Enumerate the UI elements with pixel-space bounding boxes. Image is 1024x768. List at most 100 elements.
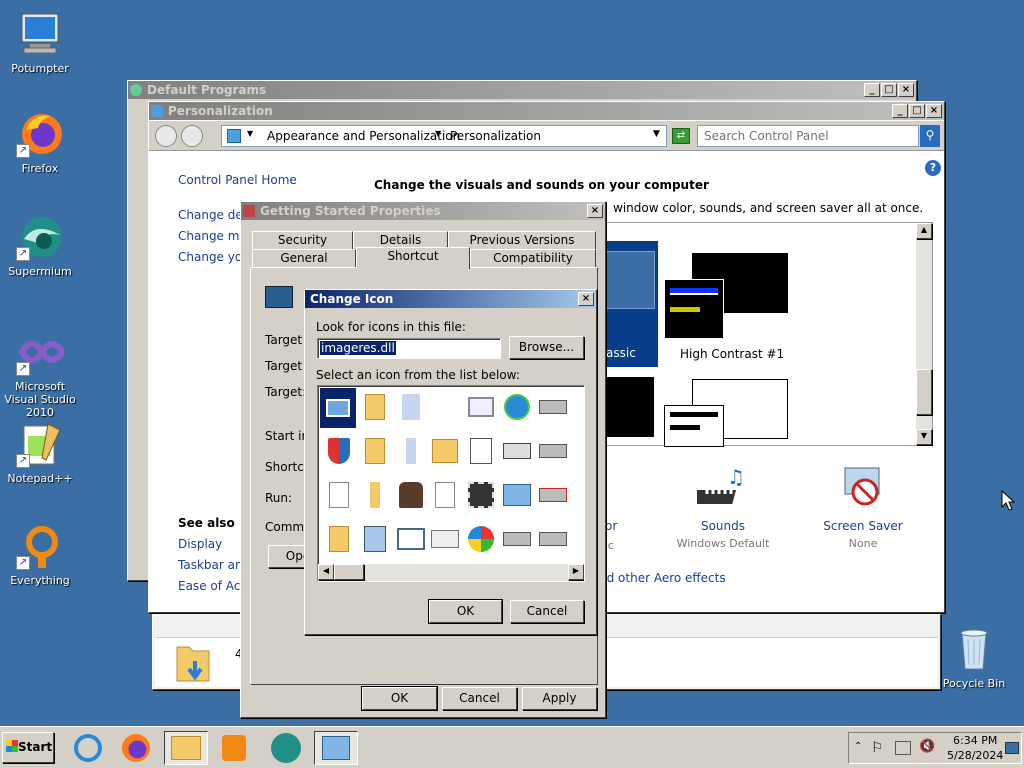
icon-option[interactable] xyxy=(464,522,498,556)
screen-saver-item[interactable]: Screen Saver None xyxy=(815,464,911,554)
properties-titlebar[interactable]: Getting Started Properties × xyxy=(241,202,605,220)
icon-option[interactable] xyxy=(394,390,428,424)
see-also-display-link[interactable]: Display xyxy=(178,537,222,551)
theme-high-contrast-black[interactable] xyxy=(600,377,654,437)
help-icon[interactable]: ? xyxy=(925,160,941,176)
control-panel-home-link[interactable]: Control Panel Home xyxy=(178,173,297,187)
change-icon-dialog[interactable]: Change Icon × Look for icons in this fil… xyxy=(304,289,597,635)
desktop-icon-visual-studio[interactable]: ↗ Microsoft Visual Studio 2010 xyxy=(0,328,80,419)
close-button[interactable]: × xyxy=(926,104,942,118)
breadcrumb-arrow-icon[interactable]: ▼ xyxy=(435,129,441,138)
icon-option[interactable] xyxy=(322,434,356,468)
sounds-link[interactable]: Sounds xyxy=(675,519,771,533)
change-icon-titlebar[interactable]: Change Icon × xyxy=(305,290,596,308)
theme-high-contrast-white[interactable] xyxy=(664,379,794,447)
screen-saver-link[interactable]: Screen Saver xyxy=(815,519,911,533)
properties-ok-button[interactable]: OK xyxy=(361,686,438,711)
default-programs-titlebar[interactable]: Default Programs _ □ × xyxy=(128,81,916,99)
icon-option[interactable] xyxy=(358,478,392,512)
icon-option[interactable] xyxy=(428,434,462,468)
tab-previous-versions[interactable]: Previous Versions xyxy=(448,231,596,249)
browse-button[interactable]: Browse... xyxy=(509,336,584,359)
properties-cancel-button[interactable]: Cancel xyxy=(442,687,517,710)
scroll-up-button[interactable]: ▲ xyxy=(916,223,932,239)
icon-option[interactable] xyxy=(464,390,498,424)
icon-list[interactable]: ◀ ▶ xyxy=(317,385,585,582)
icon-option[interactable] xyxy=(464,434,498,468)
action-center-flag-icon[interactable]: ⚐ xyxy=(871,740,884,756)
icon-option-selected[interactable] xyxy=(320,388,356,428)
personalization-titlebar[interactable]: Personalization _ □ × xyxy=(149,102,944,120)
taskbar-media-player[interactable] xyxy=(214,731,254,765)
breadcrumb-personalization[interactable]: Personalization xyxy=(450,129,541,143)
icon-option[interactable] xyxy=(500,434,534,468)
address-dropdown-icon[interactable]: ▼ xyxy=(653,129,660,139)
tab-general[interactable]: General xyxy=(252,249,356,267)
show-desktop-icon[interactable] xyxy=(1005,742,1019,754)
close-button[interactable]: × xyxy=(898,83,914,97)
icon-option[interactable] xyxy=(322,478,356,512)
icon-option[interactable] xyxy=(394,434,428,468)
close-button[interactable]: × xyxy=(578,292,594,306)
bottom-item-label[interactable]: or xyxy=(605,519,617,533)
icon-option[interactable] xyxy=(394,522,428,556)
tab-security[interactable]: Security xyxy=(252,231,353,249)
desktop-icon-everything[interactable]: ↗ Everything xyxy=(0,522,80,587)
clock-date[interactable]: 5/28/2024 xyxy=(947,749,1003,762)
clock-time[interactable]: 6:34 PM xyxy=(953,734,997,747)
tab-compatibility[interactable]: Compatibility xyxy=(470,249,596,267)
desktop-icon-recycle-bin[interactable]: Pocycle Bin xyxy=(934,625,1014,690)
minimize-button[interactable]: _ xyxy=(892,104,908,118)
search-input[interactable] xyxy=(697,125,919,147)
tab-shortcut[interactable]: Shortcut xyxy=(356,247,470,269)
properties-apply-button[interactable]: Apply xyxy=(522,687,597,710)
theme-classic-selected[interactable]: assic xyxy=(600,241,658,367)
icon-option[interactable] xyxy=(536,390,570,424)
taskbar-ie[interactable] xyxy=(68,731,108,765)
scroll-thumb[interactable] xyxy=(334,564,364,580)
icon-option[interactable] xyxy=(464,478,498,512)
desktop-icon-supermium[interactable]: ↗ Supermium xyxy=(0,213,80,278)
icon-option[interactable] xyxy=(536,434,570,468)
icon-option[interactable] xyxy=(358,390,392,424)
scroll-down-button[interactable]: ▼ xyxy=(916,429,932,445)
icon-option[interactable] xyxy=(394,478,428,512)
volume-muted-icon[interactable]: 🔇 xyxy=(919,739,935,754)
taskbar-control-panel[interactable] xyxy=(314,731,358,765)
breadcrumb-arrow-icon[interactable]: ▼ xyxy=(247,129,253,138)
search-icon[interactable]: ⚲ xyxy=(920,125,940,147)
icon-option[interactable] xyxy=(500,522,534,556)
minimize-button[interactable]: _ xyxy=(864,83,880,97)
theme-list-scrollbar[interactable]: ▲ ▼ xyxy=(916,223,932,445)
refresh-button[interactable]: ⇄ xyxy=(672,128,690,144)
icon-option[interactable] xyxy=(358,522,392,556)
breadcrumb-appearance[interactable]: Appearance and Personalization xyxy=(267,129,460,143)
folder-download-icon[interactable] xyxy=(173,639,213,688)
theme-list[interactable]: assic High Contrast #1 ▲ ▼ xyxy=(599,222,933,447)
change-icon-cancel-button[interactable]: Cancel xyxy=(510,600,584,623)
icon-list-scrollbar[interactable]: ◀ ▶ xyxy=(318,564,584,581)
taskbar-supermium[interactable] xyxy=(266,731,306,765)
theme-high-contrast-1[interactable]: High Contrast #1 xyxy=(664,253,794,361)
back-button[interactable] xyxy=(155,125,177,147)
maximize-button[interactable]: □ xyxy=(909,104,925,118)
icon-option[interactable] xyxy=(536,522,570,556)
icon-option[interactable] xyxy=(536,478,570,512)
taskbar-explorer[interactable] xyxy=(164,731,208,765)
desktop-icon-firefox[interactable]: ↗ Firefox xyxy=(0,110,80,175)
sounds-item[interactable]: ♫ Sounds Windows Default xyxy=(675,464,771,554)
desktop-icon-computer[interactable]: Potumpter xyxy=(0,10,80,75)
desktop-icon-notepadpp[interactable]: ↗ Notepad++ xyxy=(0,420,80,485)
icon-option[interactable] xyxy=(500,478,534,512)
tray-expand-icon[interactable]: ⌃ xyxy=(854,741,862,752)
scroll-left-button[interactable]: ◀ xyxy=(318,564,334,580)
scroll-thumb[interactable] xyxy=(916,369,932,415)
icon-option[interactable] xyxy=(428,522,462,556)
icon-option[interactable] xyxy=(358,434,392,468)
scroll-right-button[interactable]: ▶ xyxy=(568,564,584,580)
file-path-input[interactable]: imageres.dll xyxy=(317,338,501,359)
change-icon-ok-button[interactable]: OK xyxy=(428,599,503,624)
start-button[interactable]: Start xyxy=(2,732,54,763)
aero-effects-link[interactable]: nd other Aero effects xyxy=(599,571,726,585)
maximize-button[interactable]: □ xyxy=(881,83,897,97)
